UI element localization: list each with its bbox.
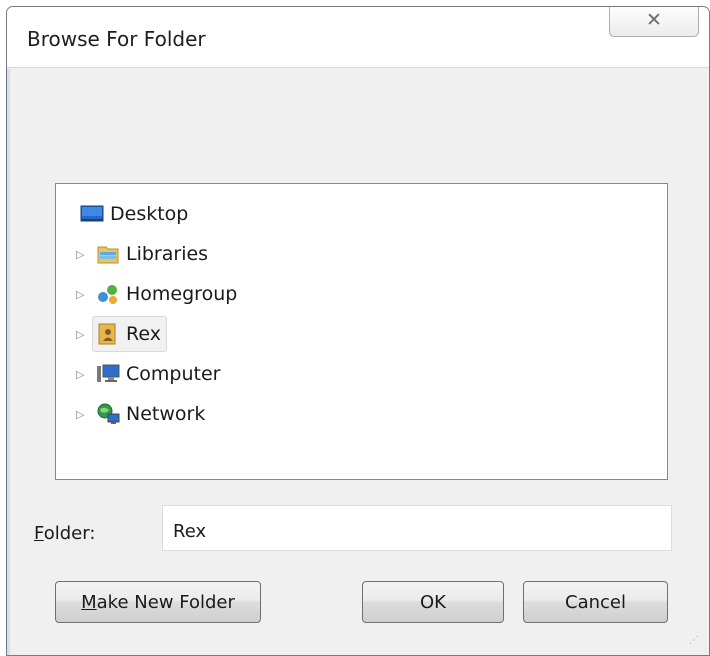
browse-for-folder-dialog: Browse For Folder ✕ Desktop ▷ Libraries … bbox=[6, 6, 710, 656]
cancel-button[interactable]: Cancel bbox=[523, 581, 668, 623]
tree-item-label: Rex bbox=[126, 323, 161, 345]
tree-item-label: Computer bbox=[126, 363, 221, 385]
computer-icon bbox=[96, 362, 120, 386]
tree-item-label: Libraries bbox=[126, 243, 209, 265]
network-icon bbox=[96, 402, 120, 426]
folder-label: Folder: bbox=[34, 523, 96, 544]
folder-name-input[interactable] bbox=[162, 505, 672, 551]
title-bar[interactable]: Browse For Folder ✕ bbox=[7, 7, 709, 68]
expand-arrow-icon[interactable]: ▷ bbox=[76, 328, 88, 342]
tree-item-label: Network bbox=[126, 403, 206, 425]
homegroup-icon bbox=[96, 282, 120, 306]
window-frame-edge bbox=[7, 69, 10, 655]
folder-tree[interactable]: Desktop ▷ Libraries ▷ Homegroup ▷ Rex ▷ … bbox=[55, 183, 668, 480]
close-icon: ✕ bbox=[646, 9, 662, 31]
close-button[interactable]: ✕ bbox=[609, 7, 699, 37]
libraries-icon bbox=[96, 242, 120, 266]
expand-arrow-icon[interactable]: ▷ bbox=[76, 248, 88, 262]
user-folder-icon bbox=[96, 322, 120, 346]
make-new-folder-button[interactable]: Make New Folder bbox=[55, 581, 261, 623]
expand-arrow-icon[interactable]: ▷ bbox=[76, 408, 88, 422]
desktop-icon bbox=[80, 202, 104, 226]
expand-arrow-icon[interactable]: ▷ bbox=[76, 368, 88, 382]
dialog-title: Browse For Folder bbox=[27, 27, 206, 51]
ok-button[interactable]: OK bbox=[362, 581, 504, 623]
tree-item-label: Desktop bbox=[110, 203, 189, 225]
resize-grip-icon[interactable]: ⋰ bbox=[689, 635, 701, 647]
expand-arrow-icon[interactable]: ▷ bbox=[76, 288, 88, 302]
tree-item-label: Homegroup bbox=[126, 283, 238, 305]
